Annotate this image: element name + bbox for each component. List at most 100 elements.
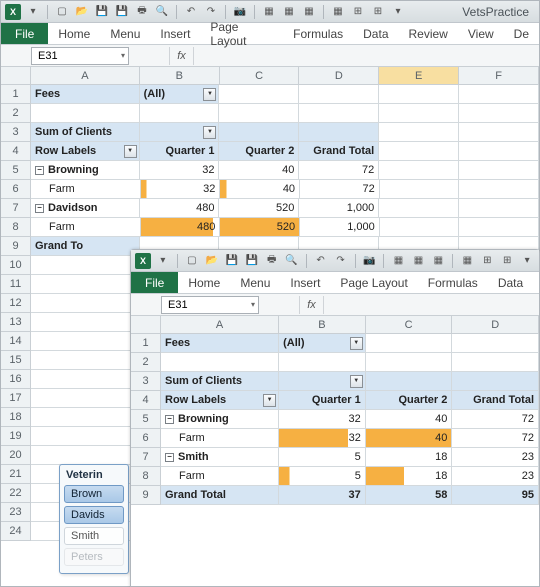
cell[interactable]: 32 xyxy=(279,410,366,429)
cell[interactable] xyxy=(31,370,140,389)
formula-bar[interactable] xyxy=(323,296,539,314)
cell[interactable] xyxy=(379,142,459,161)
slicer-item-smith[interactable]: Smith xyxy=(64,527,124,545)
camera-icon[interactable]: 📷 xyxy=(232,4,248,20)
tab-formulas[interactable]: Formulas xyxy=(418,272,488,293)
cell[interactable] xyxy=(31,351,140,370)
tab-insert[interactable]: Insert xyxy=(150,23,200,44)
row-header[interactable]: 8 xyxy=(131,467,161,486)
cell[interactable] xyxy=(452,334,539,353)
qat-dropdown-icon[interactable]: ▾ xyxy=(155,253,171,269)
pt-sum-label[interactable]: Sum of Clients xyxy=(161,372,279,391)
filter-dropdown-icon[interactable]: ▼ xyxy=(350,337,363,350)
cell[interactable] xyxy=(379,104,459,123)
row-header[interactable]: 14 xyxy=(1,332,31,351)
collapse-icon[interactable]: − xyxy=(35,166,44,175)
pt-sum-label[interactable]: Sum of Clients xyxy=(31,123,140,142)
row-header[interactable]: 2 xyxy=(1,104,31,123)
name-box-dropdown-icon[interactable]: ▾ xyxy=(121,51,125,60)
tab-formulas[interactable]: Formulas xyxy=(283,23,353,44)
cell[interactable]: 1,000 xyxy=(300,218,380,237)
tab-data[interactable]: Data xyxy=(488,272,533,293)
filter-dropdown-icon[interactable]: ▼ xyxy=(263,394,276,407)
pivot-icon[interactable]: ▦ xyxy=(410,253,426,269)
select-all-corner[interactable] xyxy=(131,316,161,334)
row-header[interactable]: 12 xyxy=(1,294,31,313)
col-header[interactable]: C xyxy=(366,316,453,334)
cell[interactable] xyxy=(459,180,539,199)
col-header[interactable]: C xyxy=(220,67,300,85)
cell[interactable]: 480 xyxy=(141,218,221,237)
cell[interactable] xyxy=(379,123,459,142)
print-preview-icon[interactable]: 🔍 xyxy=(154,4,170,20)
save-as-icon[interactable]: 💾 xyxy=(114,4,130,20)
cell[interactable] xyxy=(31,427,140,446)
pt-row-davidson[interactable]: −Davidson xyxy=(31,199,140,218)
border2-icon[interactable]: ⊞ xyxy=(479,253,495,269)
form-icon[interactable]: ▦ xyxy=(261,4,277,20)
col-header[interactable]: B xyxy=(279,316,366,334)
cell[interactable]: 32 xyxy=(140,161,220,180)
cell[interactable] xyxy=(459,142,539,161)
pt-row-browning[interactable]: −Browning xyxy=(31,161,140,180)
cell[interactable] xyxy=(161,353,279,372)
pivot-icon[interactable]: ▦ xyxy=(281,4,297,20)
col-header[interactable]: D xyxy=(299,67,379,85)
select-all-corner[interactable] xyxy=(1,67,31,85)
cell[interactable] xyxy=(452,372,539,391)
tab-menu[interactable]: Menu xyxy=(100,23,150,44)
tab-pagelayout[interactable]: Page Layout xyxy=(200,23,283,44)
row-header[interactable]: 6 xyxy=(1,180,31,199)
cell[interactable]: 40 xyxy=(219,161,299,180)
cell[interactable]: 1,000 xyxy=(299,199,379,218)
pt-rowlabels[interactable]: Row Labels▼ xyxy=(31,142,140,161)
pt-q1-header[interactable]: Quarter 1 xyxy=(279,391,366,410)
cell[interactable]: 72 xyxy=(452,429,539,448)
qat-more-icon[interactable]: ▾ xyxy=(519,253,535,269)
row-header[interactable]: 1 xyxy=(1,85,31,104)
cell[interactable]: 95 xyxy=(452,486,539,505)
pt-row-browning[interactable]: −Browning xyxy=(161,410,279,429)
row-header[interactable]: 17 xyxy=(1,389,31,408)
row-header[interactable]: 2 xyxy=(131,353,161,372)
tab-pagelayout[interactable]: Page Layout xyxy=(330,272,417,293)
file-tab[interactable]: File xyxy=(1,23,48,44)
file-tab[interactable]: File xyxy=(131,272,178,293)
cell[interactable] xyxy=(31,446,140,465)
filter-dropdown-icon[interactable]: ▼ xyxy=(203,88,216,101)
filter-dropdown-icon[interactable]: ▼ xyxy=(350,375,363,388)
row-header[interactable]: 22 xyxy=(1,484,31,503)
cell[interactable]: 40 xyxy=(220,180,300,199)
pt-q2-header[interactable]: Quarter 2 xyxy=(219,142,299,161)
collapse-icon[interactable]: − xyxy=(35,204,44,213)
row-header[interactable]: 3 xyxy=(1,123,31,142)
row-header[interactable]: 7 xyxy=(131,448,161,467)
slicer-item-brown[interactable]: Brown xyxy=(64,485,124,503)
row-header[interactable]: 10 xyxy=(1,256,31,275)
cell[interactable] xyxy=(366,334,453,353)
row-header[interactable]: 4 xyxy=(1,142,31,161)
row-header[interactable]: 5 xyxy=(131,410,161,429)
slicer-item-davids[interactable]: Davids xyxy=(64,506,124,524)
new-icon[interactable]: ▢ xyxy=(54,4,70,20)
cell[interactable] xyxy=(31,256,140,275)
cell[interactable]: 5 xyxy=(279,467,366,486)
cell[interactable]: 480 xyxy=(140,199,220,218)
row-header[interactable]: 13 xyxy=(1,313,31,332)
row-header[interactable]: 16 xyxy=(1,370,31,389)
row-header[interactable]: 7 xyxy=(1,199,31,218)
row-header[interactable]: 6 xyxy=(131,429,161,448)
border2-icon[interactable]: ⊞ xyxy=(350,4,366,20)
col-header[interactable]: B xyxy=(140,67,220,85)
print-icon[interactable]: 🖶 xyxy=(134,4,150,20)
row-header[interactable]: 19 xyxy=(1,427,31,446)
col-header[interactable]: F xyxy=(459,67,539,85)
tab-data[interactable]: Data xyxy=(353,23,398,44)
cell[interactable] xyxy=(459,218,539,237)
cell[interactable]: 23 xyxy=(452,467,539,486)
filter-dropdown-icon[interactable]: ▼ xyxy=(124,145,137,158)
qat-dropdown-icon[interactable]: ▾ xyxy=(25,4,41,20)
print-icon[interactable]: 🖶 xyxy=(264,253,280,269)
cell[interactable]: 40 xyxy=(366,429,453,448)
tab-review[interactable]: Review xyxy=(399,23,458,44)
